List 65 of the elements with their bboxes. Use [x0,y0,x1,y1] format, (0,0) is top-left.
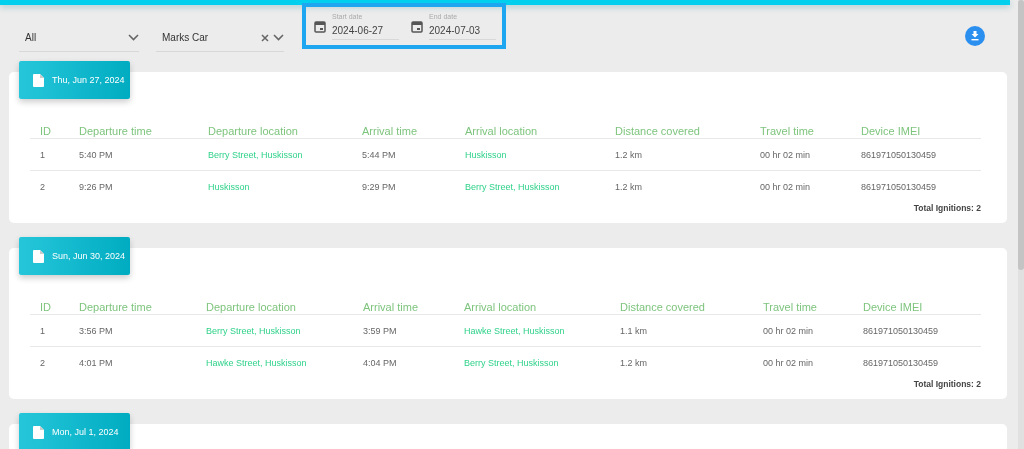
table-cell-text: 4:01 PM [78,356,114,370]
date-label: Mon, Jul 1, 2024 [52,427,119,437]
column-header: Travel time [750,99,851,139]
date-label: Sun, Jun 30, 2024 [52,251,126,261]
table-cell-text: 4:04 PM [362,356,398,370]
type-select[interactable]: All [19,24,139,52]
table-cell: 861971050130459 [853,315,981,347]
calendar-icon [411,19,423,33]
table-cell: 1 [30,315,69,347]
location-link[interactable]: Hawke Street, Huskisson [454,315,610,347]
table-cell: 3:56 PM [69,315,196,347]
column-header: Device IMEI [851,99,981,139]
location-link[interactable]: Hawke Street, Huskisson [196,347,353,378]
table-cell: 5:44 PM [352,139,455,171]
column-header: Travel time [753,275,853,315]
column-header: Departure time [69,99,198,139]
column-header: Device IMEI [853,275,981,315]
table-cell-text: 1.2 km [614,180,643,194]
table-cell-text: 861971050130459 [860,180,938,194]
location-link[interactable]: Berry Street, Huskisson [455,171,605,202]
column-header: Departure location [196,275,353,315]
location-link[interactable]: Berry Street, Huskisson [198,139,352,171]
table-cell: 1.2 km [605,139,750,171]
date-label: Thu, Jun 27, 2024 [52,75,125,85]
column-header: Arrival location [454,275,610,315]
document-icon [33,249,44,263]
calendar-icon [314,19,326,33]
column-header: Distance covered [605,99,750,139]
column-header: Arrival time [353,275,454,315]
column-header: Distance covered [610,275,753,315]
location-link[interactable]: Huskisson [455,139,605,171]
table-cell-text: 00 hr 02 min [762,356,815,370]
column-header: Departure location [198,99,352,139]
column-header: Departure time [69,275,196,315]
table-cell-text: 00 hr 02 min [759,180,812,194]
location-link[interactable]: Huskisson [198,171,352,202]
table-cell: 1 [30,139,69,171]
location-link[interactable]: Berry Street, Huskisson [196,315,353,347]
table-cell: 5:40 PM [69,139,198,171]
clear-icon[interactable] [261,33,269,42]
table-cell-text: 9:29 PM [361,180,397,194]
column-header: ID [30,99,69,139]
column-header: Arrival time [352,99,455,139]
table-cell-text: 2 [39,180,46,194]
table-cell: 00 hr 02 min [750,139,851,171]
table-cell-text: 2 [39,356,46,370]
vehicle-select[interactable]: Marks Car [156,24,284,52]
table-cell-text: 861971050130459 [862,356,940,370]
chevron-down-icon [128,34,139,41]
download-icon [970,31,980,41]
column-header: ID [30,275,69,315]
table-cell: 00 hr 02 min [753,315,853,347]
table-cell-text: 9:26 PM [78,180,114,194]
total-ignitions: Total Ignitions: 2 [912,379,981,389]
total-ignitions: Total Ignitions: 2 [912,203,981,213]
download-button[interactable] [965,26,985,46]
table-cell: 1.1 km [610,315,753,347]
table-cell: 3:59 PM [353,315,454,347]
chevron-down-icon [273,34,284,41]
document-icon [33,73,44,87]
document-icon [33,425,44,439]
column-header: Arrival location [455,99,605,139]
table-cell: 861971050130459 [851,139,981,171]
location-link[interactable]: Berry Street, Huskisson [454,347,610,378]
table-cell-text: 1.2 km [619,356,648,370]
